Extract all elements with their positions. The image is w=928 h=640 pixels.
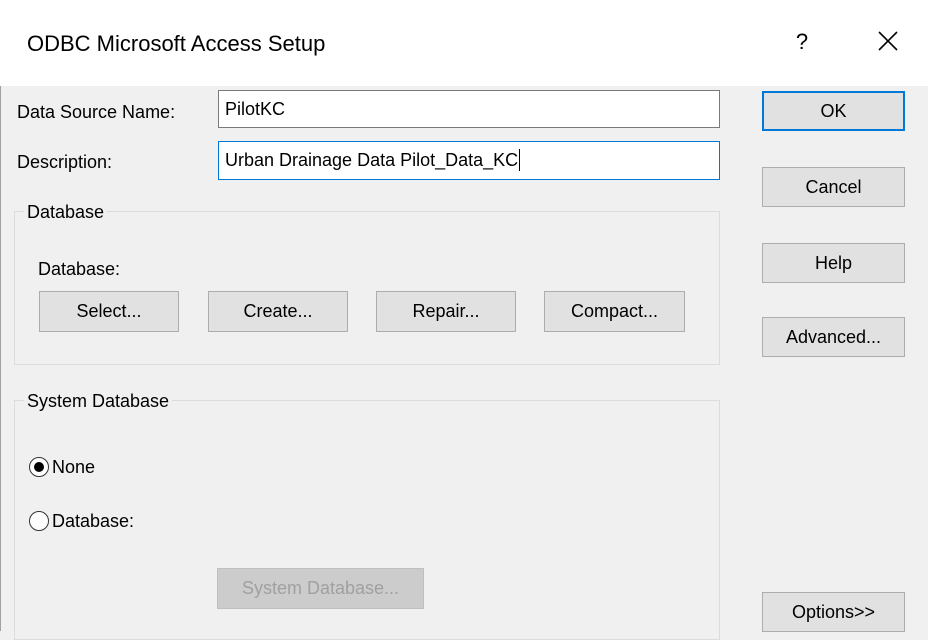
help-question-icon[interactable]: ? — [790, 28, 814, 56]
radio-selected-dot — [34, 462, 44, 472]
radio-database-button[interactable] — [29, 511, 49, 531]
create-button[interactable]: Create... — [208, 291, 348, 332]
database-group-caption: Database — [24, 201, 108, 223]
select-button[interactable]: Select... — [39, 291, 179, 332]
system-database-group-caption: System Database — [24, 390, 173, 412]
database-group — [14, 211, 720, 365]
compact-button[interactable]: Compact... — [544, 291, 685, 332]
system-database-button: System Database... — [217, 568, 424, 609]
close-icon[interactable] — [873, 26, 903, 56]
radio-database-label: Database: — [52, 511, 135, 531]
ok-button[interactable]: OK — [762, 91, 905, 131]
repair-button[interactable]: Repair... — [376, 291, 516, 332]
database-path-label: Database: — [38, 259, 121, 279]
description-input[interactable]: Urban Drainage Data Pilot_Data_KC — [218, 141, 720, 180]
help-button[interactable]: Help — [762, 243, 905, 283]
data-source-name-input[interactable]: PilotKC — [218, 90, 720, 128]
radio-none-label: None — [52, 457, 96, 477]
radio-none[interactable]: None — [29, 456, 95, 478]
radio-database[interactable]: Database: — [29, 510, 134, 532]
window-border — [0, 0, 1, 631]
radio-none-button[interactable] — [29, 457, 49, 477]
text-caret — [519, 149, 521, 171]
description-label: Description: — [17, 152, 113, 172]
data-source-name-label: Data Source Name: — [17, 102, 176, 122]
description-value: Urban Drainage Data Pilot_Data_KC — [225, 150, 519, 170]
advanced-button[interactable]: Advanced... — [762, 317, 905, 357]
window-title: ODBC Microsoft Access Setup — [27, 31, 326, 56]
cancel-button[interactable]: Cancel — [762, 167, 905, 207]
odbc-access-setup-dialog: ODBC Microsoft Access Setup ? Data Sourc… — [0, 0, 928, 640]
title-bar: ODBC Microsoft Access Setup ? — [0, 0, 928, 86]
data-source-name-value: PilotKC — [225, 99, 286, 119]
options-button[interactable]: Options>> — [762, 592, 905, 632]
